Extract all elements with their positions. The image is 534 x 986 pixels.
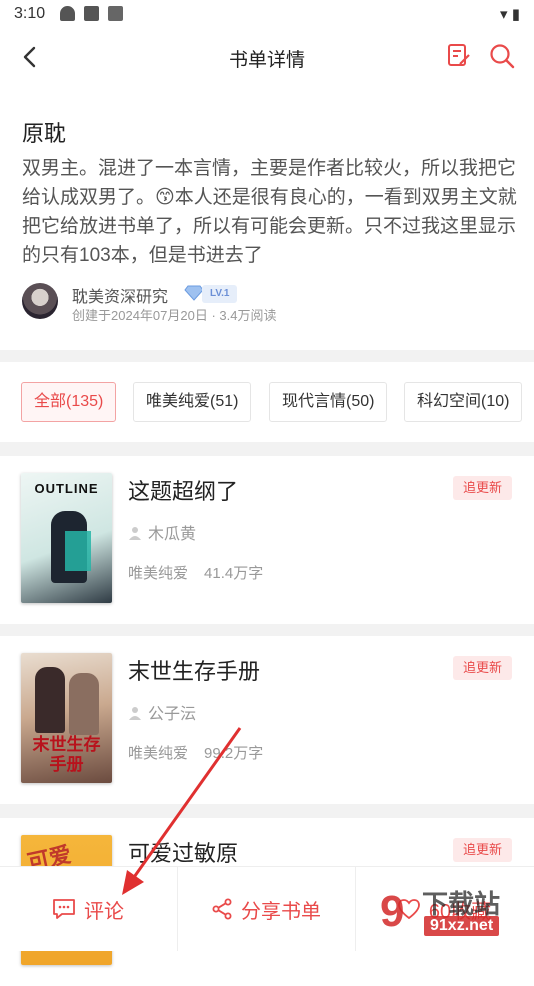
author-name-text: 公子沄	[148, 706, 197, 723]
book-author: 公子沄	[128, 700, 196, 724]
book-cover[interactable]: OUTLINE	[21, 473, 112, 603]
book-words: 99.2万字	[204, 745, 264, 762]
book-category: 唯美纯爱	[128, 565, 189, 582]
person-icon	[129, 707, 141, 720]
book-cover[interactable]: 末世生存手册	[21, 653, 112, 783]
cover-figure	[69, 673, 99, 735]
avatar[interactable]	[22, 283, 58, 319]
author-row[interactable]: 耽美资深研究 LV.1 创建于2024年07月20日 · 3.4万阅读	[22, 283, 512, 327]
search-icon[interactable]	[488, 42, 516, 70]
booklist-name: 原耽	[22, 121, 67, 146]
book-title[interactable]: 可爱过敏原	[128, 836, 238, 868]
cover-figure	[35, 667, 65, 733]
watermark-logo: 9	[380, 887, 405, 936]
author-name-text: 木瓜黄	[148, 526, 197, 543]
share-icon	[212, 898, 232, 920]
book-words: 41.4万字	[204, 565, 264, 582]
follow-update-tag[interactable]: 追更新	[452, 656, 512, 680]
watermark: 9 下载站 91xz.net	[380, 884, 530, 944]
watermark-url: 91xz.net	[424, 916, 500, 936]
book-item[interactable]: OUTLINE 这题超纲了 木瓜黄 唯美纯爱 41.4万字 追更新	[0, 456, 534, 624]
status-bar: 3:10 ▾ ▮	[0, 0, 534, 28]
book-meta: 唯美纯爱 41.4万字	[128, 562, 263, 583]
comment-icon	[53, 899, 75, 919]
category-tabs: 全部(135) 唯美纯爱(51) 现代言情(50) 科幻空间(10)	[0, 362, 534, 442]
follow-update-tag[interactable]: 追更新	[452, 838, 512, 862]
top-bar: 书单详情	[0, 28, 534, 88]
cover-title: 末世生存手册	[32, 735, 101, 774]
follow-update-tag[interactable]: 追更新	[452, 476, 512, 500]
booklist-description: 双男主。混进了一本言情，主要是作者比较火，所以我把它给认成双男了。😙本人还是很有…	[22, 158, 517, 266]
diamond-icon	[184, 285, 204, 301]
booklist-meta: 创建于2024年07月20日 · 3.4万阅读	[72, 308, 277, 323]
tab-modern-romance[interactable]: 现代言情(50)	[269, 382, 388, 422]
status-time: 3:10	[14, 5, 46, 22]
cover-accent	[65, 531, 91, 571]
notification-icon	[60, 6, 75, 21]
tab-all[interactable]: 全部(135)	[21, 382, 117, 422]
keyboard-notification-icon	[108, 6, 123, 21]
booklist-header: 原耽 双男主。混进了一本言情，主要是作者比较火，所以我把它给认成双男了。😙本人还…	[0, 88, 534, 350]
edit-note-icon[interactable]	[446, 42, 472, 70]
level-badge: LV.1	[202, 285, 238, 303]
author-name[interactable]: 耽美资深研究	[72, 283, 168, 307]
comment-label: 评论	[84, 900, 124, 923]
book-author: 木瓜黄	[128, 520, 196, 544]
share-button[interactable]: 分享书单	[178, 867, 354, 951]
tab-scifi[interactable]: 科幻空间(10)	[404, 382, 523, 422]
share-label: 分享书单	[241, 900, 321, 923]
tab-danmei[interactable]: 唯美纯爱(51)	[133, 382, 252, 422]
battery-icon: ▾ ▮	[500, 6, 520, 23]
book-item[interactable]: 末世生存手册 末世生存手册 公子沄 唯美纯爱 99.2万字 追更新	[0, 636, 534, 804]
book-category: 唯美纯爱	[128, 745, 189, 762]
book-meta: 唯美纯爱 99.2万字	[128, 742, 263, 763]
comment-button[interactable]: 评论	[0, 867, 176, 951]
person-icon	[129, 527, 141, 540]
app-notification-icon	[84, 6, 99, 21]
cover-title: OUTLINE	[34, 481, 99, 496]
book-title[interactable]: 末世生存手册	[128, 654, 260, 686]
book-title[interactable]: 这题超纲了	[128, 474, 238, 506]
